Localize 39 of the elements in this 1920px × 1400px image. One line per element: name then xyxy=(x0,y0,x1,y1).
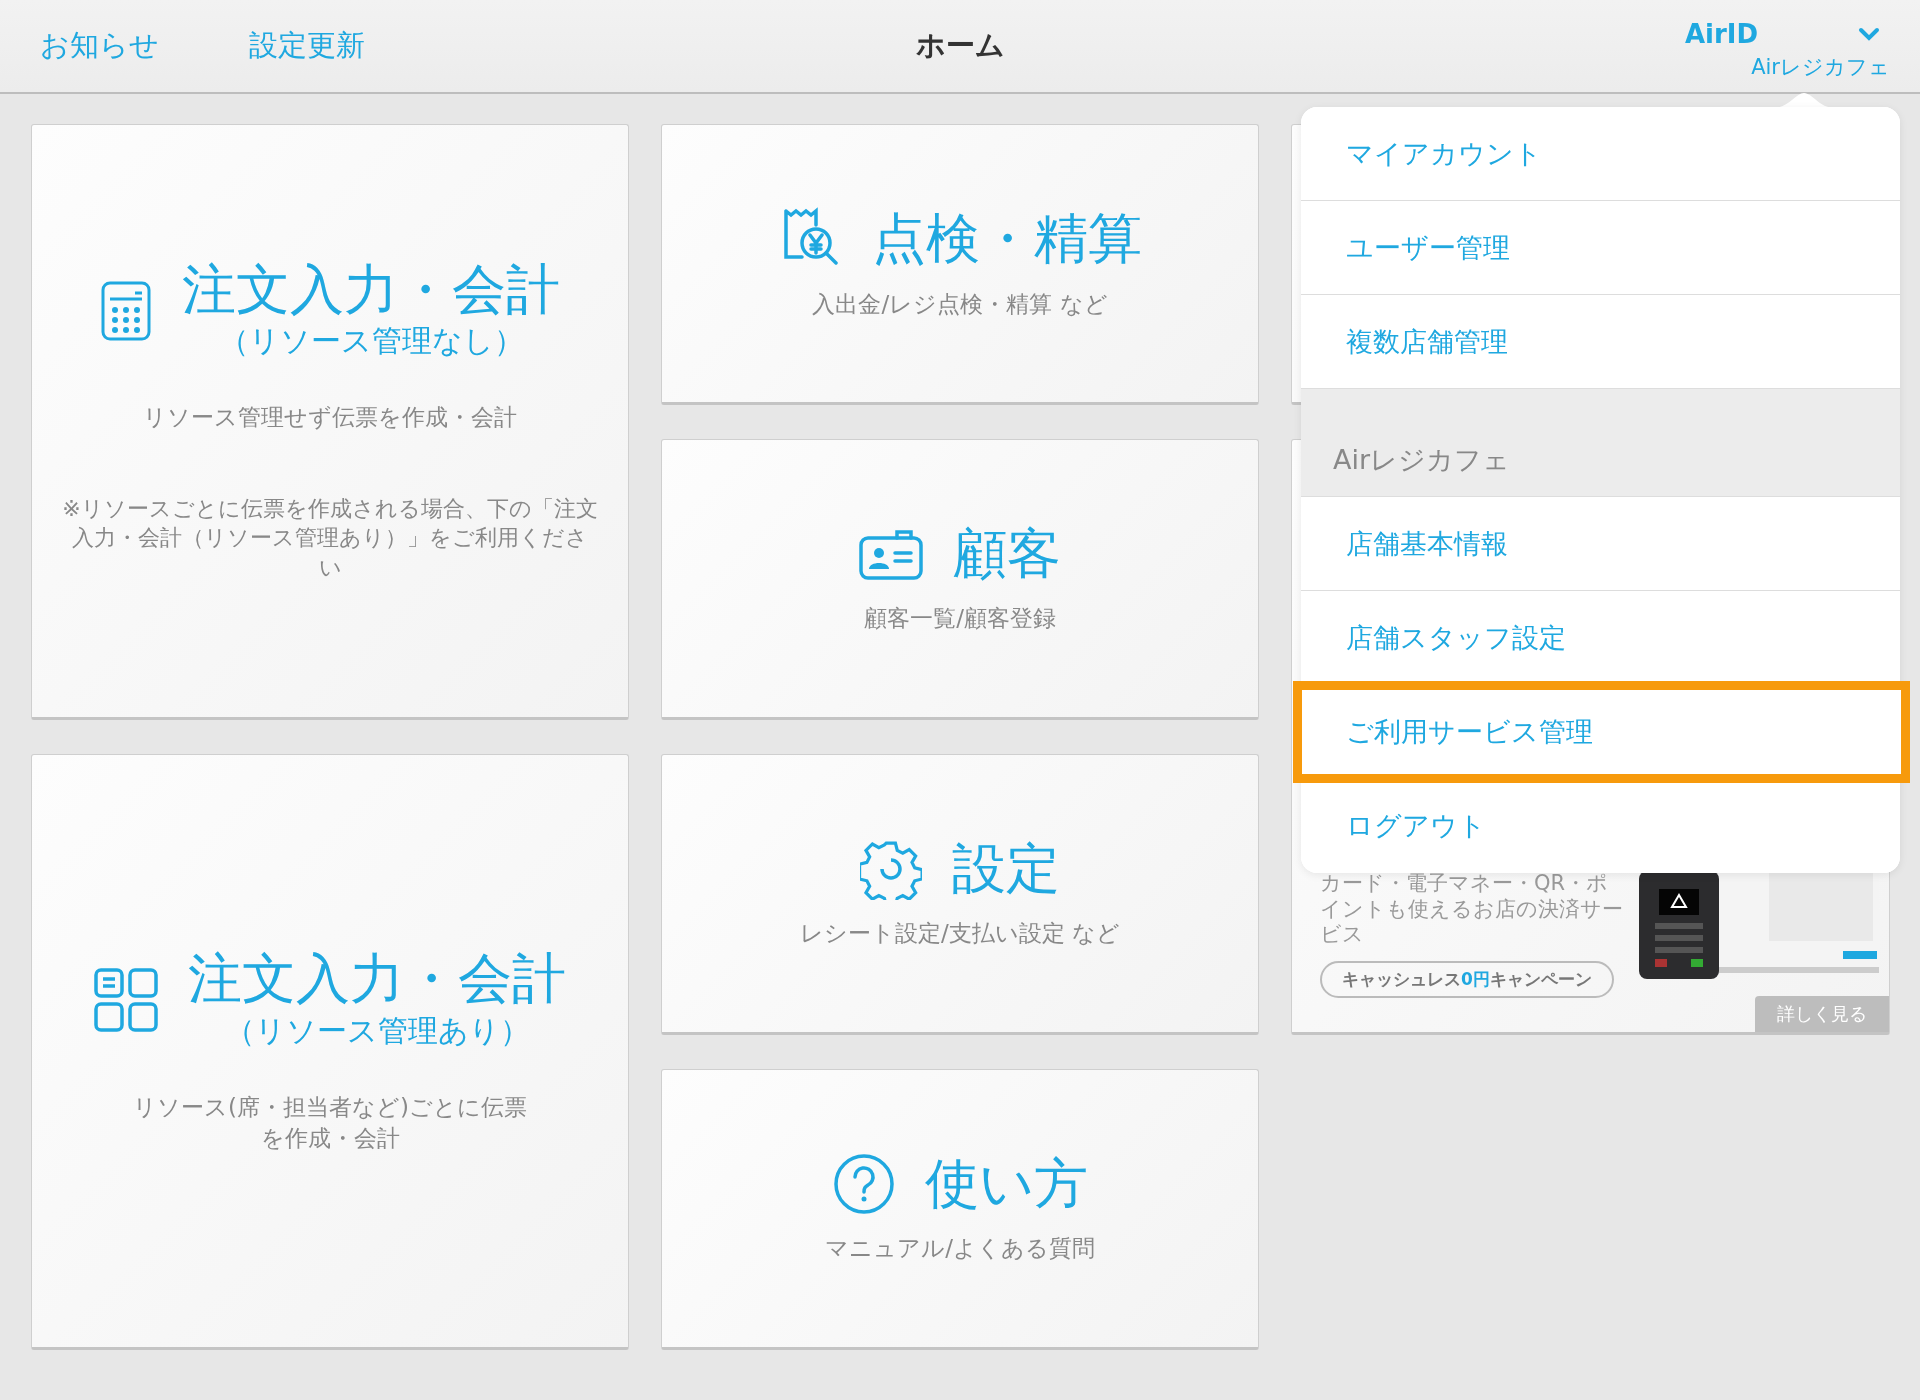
card-title: 点検・精算 xyxy=(872,207,1142,270)
card-title: 注文入力・会計 xyxy=(182,259,560,322)
card-title: 注文入力・会計 xyxy=(188,948,566,1011)
section-header: Airレジカフェ xyxy=(1333,443,1511,477)
menu-card[interactable]: 注文入力・会計 （リソース管理あり） リソース(席・担当者など)ごとに伝票を作成・会計 xyxy=(31,754,629,1350)
campaign-badge: キャッシュレス0円キャンペーン xyxy=(1320,961,1614,998)
menu-item[interactable]: 店舗基本情報 xyxy=(1301,497,1900,591)
card-description: 顧客一覧/顧客登録 xyxy=(864,604,1056,633)
more-button[interactable]: 詳しく見る xyxy=(1755,996,1889,1032)
card-title: 設定 xyxy=(952,837,1060,900)
card-description: レシート設定/支払い設定 など xyxy=(799,919,1121,948)
card-description: マニュアル/よくある質問 xyxy=(825,1234,1095,1263)
card-subtitle: （リソース管理なし） xyxy=(218,322,524,361)
card-description: リソース管理せず伝票を作成・会計 xyxy=(143,403,517,433)
card-description: 入出金/レジ点検・精算 など xyxy=(812,289,1108,319)
calculator-icon xyxy=(100,279,152,342)
page-title: ホーム xyxy=(914,27,1006,64)
grid-icon xyxy=(94,967,158,1032)
account-name[interactable]: AirID xyxy=(1684,19,1758,49)
card-title: 使い方 xyxy=(924,1152,1088,1215)
menu-card[interactable]: 設定 レシート設定/支払い設定 など xyxy=(661,754,1259,1035)
menu-item[interactable]: ご利用サービス管理 xyxy=(1293,681,1910,783)
id-card-icon xyxy=(859,527,923,580)
card-note: ※リソースごとに伝票を作成される場合、下の「注文入力・会計（リソース管理あり）」をご利用ください xyxy=(62,494,598,582)
menu-card[interactable]: 使い方 マニュアル/よくある質問 xyxy=(661,1069,1259,1350)
nav-link[interactable]: 設定更新 xyxy=(249,26,365,66)
help-icon xyxy=(832,1152,895,1215)
card-subtitle: （リソース管理あり） xyxy=(224,1011,530,1050)
menu-item[interactable]: ユーザー管理 xyxy=(1301,201,1900,295)
card-title: 顧客 xyxy=(953,522,1061,585)
menu-card[interactable]: 注文入力・会計 （リソース管理なし） リソース管理せず伝票を作成・会計 ※リソースごとに伝票を作成される場合、下の「注文入力・会計（リソース管理あり）」をご利用ください xyxy=(31,124,629,720)
menu-card[interactable]: 顧客 顧客一覧/顧客登録 xyxy=(661,439,1259,720)
chevron-icon[interactable] xyxy=(1858,27,1880,41)
menu-card[interactable]: 点検・精算 入出金/レジ点検・精算 など xyxy=(661,124,1259,405)
menu-item[interactable]: 複数店舗管理 xyxy=(1301,295,1900,389)
card-description: リソース(席・担当者など)ごとに伝票を作成・会計 xyxy=(132,1092,528,1153)
ad-text: カード・電子マネー・QR・ポイントも使えるお店の決済サービス xyxy=(1320,871,1624,947)
store-name: Airレジカフェ xyxy=(1751,54,1890,81)
nav-link[interactable]: お知らせ xyxy=(40,26,159,66)
